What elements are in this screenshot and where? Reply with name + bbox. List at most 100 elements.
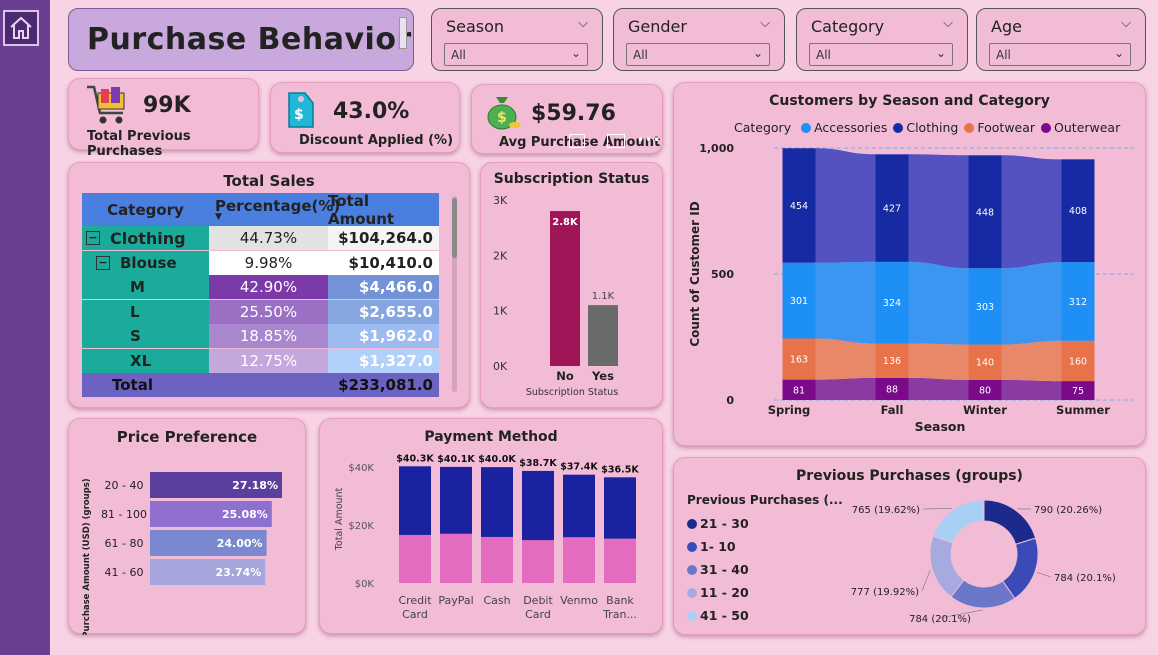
chevron-down-icon[interactable]: ⌵ [578,16,588,31]
collapse-icon[interactable]: − [86,231,100,245]
scrollbar-thumb[interactable] [452,198,457,258]
payment-bar-bottom [563,537,595,583]
y-tick-label: 81 - 100 [101,508,147,521]
data-label: 427 [883,204,901,215]
category-dropdown[interactable]: All ⌄ [809,43,953,66]
x-tick-label: Fall [881,403,904,417]
table-scrollbar[interactable] [452,196,457,392]
x-tick-label: Bank [606,594,634,607]
total-amount: $233,081.0 [338,376,433,394]
data-label: 88 [886,384,898,395]
previous-purchases-donut: 790 (20.26%) 784 (20.1%) 784 (20.1%) 777 (1… [851,499,1116,625]
table-row[interactable]: S 18.85% $1,962.0 [82,324,439,348]
more-options-icon[interactable]: ••• [637,133,661,147]
payment-method-card: Payment Method $40K $20K $0K Total Amount $4… [319,418,663,634]
x-tick-label: PayPal [438,594,473,607]
ribbon-clothing [908,154,969,269]
x-tick-label: Spring [768,403,811,417]
table-row[interactable]: − Blouse 9.98% $10,410.0 [82,250,439,275]
payment-bar-top [440,466,472,534]
percentage-cell: 42.90% [209,275,328,299]
x-axis-label: Season [915,419,966,434]
y-tick-label: 500 [711,268,734,281]
category-cell: M [82,275,209,299]
column-header-percentage[interactable]: Percentage(%) ▼ [213,193,340,226]
gender-dropdown[interactable]: All ⌄ [626,43,770,66]
chevron-down-icon[interactable]: ⌵ [943,16,953,31]
data-label: 765 (19.62%) [852,505,920,516]
amount-cell: $104,264.0 [328,226,439,250]
chevron-down-icon[interactable]: ⌵ [1121,16,1131,31]
category-label: S [130,327,141,345]
amount-cell: $4,466.0 [328,275,439,299]
table-row[interactable]: − Clothing 44.73% $104,264.0 [82,226,439,250]
column-header-total-amount[interactable]: Total Amount [328,192,439,228]
payment-bar-top [522,470,554,541]
filter-icon[interactable] [569,134,585,148]
donut-slice [932,499,985,544]
y-tick-label: 0K [493,360,508,373]
subscription-chart: 3K 2K 1K 0K 2.8K No 1.1K Yes Subscription Status [493,194,618,398]
slicer-label: Season [446,17,505,36]
table-row[interactable]: M 42.90% $4,466.0 [82,275,439,299]
age-slicer[interactable]: Age ⌵ All ⌄ [976,8,1146,71]
ribbon-clothing [1001,155,1062,269]
data-label: 24.00% [217,537,263,550]
chevron-down-icon: ⌄ [570,46,581,60]
payment-bar-top [604,477,636,539]
chevron-down-icon: ⌄ [1113,46,1124,60]
category-label: XL [130,351,152,370]
subscription-status-card: Subscription Status 3K 2K 1K 0K 2.8K No 1.1K Ye… [480,162,663,408]
home-button[interactable] [3,10,39,46]
focus-mode-icon[interactable] [607,134,625,148]
data-label: $40.1K [437,454,475,465]
column-header-category[interactable]: Category [82,193,209,226]
payment-bar-bottom [522,540,554,583]
dashboard-title-box: Purchase Behavior [68,8,414,71]
collapse-icon[interactable]: − [96,255,110,270]
previous-purchases-card: Previous Purchases (groups) Previous Pur… [673,457,1146,635]
amount-cell: $1,962.0 [328,324,439,348]
data-label: 790 (20.26%) [1034,505,1102,516]
dropdown-value: All [996,48,1011,62]
data-label: 163 [790,355,808,366]
y-axis-label: Count of Customer ID [688,201,702,346]
price-preference-chart: Purchase Amount (USD) (groups) 27.18% 20 -… [82,472,282,635]
payment-bar-bottom [481,536,513,583]
table-row[interactable]: XL 12.75% $1,327.0 [82,348,439,373]
x-tick-label: Summer [1056,403,1110,417]
slicer-label: Age [991,17,1022,36]
x-tick-label: Tran... [602,608,637,621]
y-tick-label: 41 - 60 [105,566,144,579]
price-preference-card: Price Preference Purchase Amount (USD) (… [68,418,306,635]
kpi-label: Total Previous Purchases [87,129,191,159]
data-label: 27.18% [232,479,278,492]
svg-text:$: $ [294,107,304,123]
ribbon-outerwear [1001,379,1062,400]
percentage-cell: 44.73% [209,226,328,250]
x-tick-label: Credit [398,594,432,607]
percentage-cell: 12.75% [209,348,328,373]
ribbon-footwear [815,338,876,380]
data-label: 777 (19.92%) [851,587,919,598]
data-label: $40.3K [396,453,434,464]
data-label: 784 (20.1%) [909,614,971,625]
ribbon-outerwear [908,377,969,400]
chevron-down-icon[interactable]: ⌵ [760,16,770,31]
season-dropdown[interactable]: All ⌄ [444,43,588,66]
gender-slicer[interactable]: Gender ⌵ All ⌄ [613,8,785,71]
season-slicer[interactable]: Season ⌵ All ⌄ [431,8,603,71]
dashboard-title: Purchase Behavior [87,22,412,57]
category-slicer[interactable]: Category ⌵ All ⌄ [796,8,968,71]
data-label: $38.7K [519,458,557,469]
data-label: 23.74% [215,566,261,579]
age-dropdown[interactable]: All ⌄ [989,43,1131,66]
ribbon-footwear [908,343,969,380]
price-tag-icon: $ [288,92,314,128]
category-cell: − Blouse [82,250,209,275]
category-cell: L [82,299,209,324]
table-row[interactable]: L 25.50% $2,655.0 [82,299,439,324]
x-tick-label: Venmo [560,594,598,607]
data-label: 312 [1069,297,1087,308]
dropdown-value: All [633,48,648,62]
